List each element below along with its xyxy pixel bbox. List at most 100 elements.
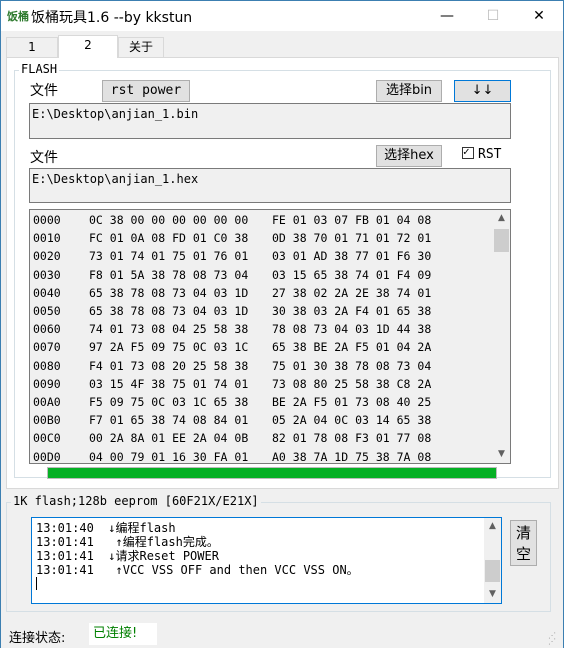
hex-bytes-left: F5 09 75 0C 03 1C 65 38 <box>89 395 249 409</box>
rst-power-button[interactable]: rst power <box>102 80 190 102</box>
log-line: 13:01:41 ↑编程flash完成。 <box>36 535 219 549</box>
scroll-thumb[interactable] <box>494 229 509 252</box>
chip-info-label: 1K flash;128b eeprom [60F21X/E21X] <box>11 494 261 508</box>
scroll-down-icon[interactable]: ▼ <box>484 586 501 603</box>
hex-bytes-left: 00 2A 8A 01 EE 2A 04 0B <box>89 431 249 446</box>
scroll-up-icon[interactable]: ▲ <box>484 518 501 535</box>
hex-bytes-right: 03 01 AD 38 77 01 F6 30 <box>272 249 432 264</box>
hex-bytes-left: 0C 38 00 00 00 00 00 00 <box>89 213 249 227</box>
hex-bytes-right: 30 38 03 2A F4 01 65 38 <box>272 304 432 318</box>
log-line: 13:01:41 ↓请求Reset POWER <box>36 549 219 563</box>
hex-bytes-left: FC 01 0A 08 FD 01 C0 38 <box>89 231 249 246</box>
connection-status-label: 连接状态: <box>9 631 66 646</box>
scroll-down-icon[interactable]: ▼ <box>493 446 510 463</box>
select-hex-button[interactable]: 选择hex <box>376 145 442 167</box>
hex-viewer[interactable]: 0000 0C 38 00 00 00 00 00 00 FE 01 03 07 F… <box>29 209 511 464</box>
connection-status-value: 已连接! <box>89 623 157 645</box>
hex-address: 0090 <box>33 376 61 391</box>
hex-row: 0060 74 01 73 08 04 25 58 38 78 08 73 04 0… <box>33 322 431 340</box>
tab-about[interactable]: 关于 <box>118 37 164 57</box>
status-bar: 连接状态: 已连接! ⋰ ⋰ <box>1 622 563 648</box>
hex-address: 0040 <box>33 285 61 300</box>
hex-address: 0000 <box>33 213 61 227</box>
log-time: 13:01:41 <box>36 535 94 549</box>
hex-bytes-left: F4 01 73 08 20 25 58 38 <box>89 358 249 373</box>
hex-file-label: 文件 <box>30 150 58 166</box>
hex-row: 00A0 F5 09 75 0C 03 1C 65 38 BE 2A F5 01 7… <box>33 395 431 413</box>
hex-bytes-left: 04 00 79 01 16 30 FA 01 <box>89 449 249 464</box>
hex-row: 0090 03 15 4F 38 75 01 74 01 73 08 80 25 5… <box>33 377 431 395</box>
hex-row: 0000 0C 38 00 00 00 00 00 00 FE 01 03 07 F… <box>33 213 431 231</box>
hex-row: 0030 F8 01 5A 38 78 08 73 04 03 15 65 38 7… <box>33 268 431 286</box>
hex-bytes-right: 82 01 78 08 F3 01 77 08 <box>272 431 432 446</box>
hex-bytes-left: 73 01 74 01 75 01 76 01 <box>89 249 249 264</box>
text-caret <box>36 577 37 590</box>
hex-row: 0020 73 01 74 01 75 01 76 01 03 01 AD 38 7… <box>33 249 431 267</box>
log-indent <box>94 535 116 549</box>
hex-row: 00B0 F7 01 65 38 74 08 84 01 05 2A 04 0C 0… <box>33 413 431 431</box>
hex-bytes-right: 27 38 02 2A 2E 38 74 01 <box>272 285 432 300</box>
hex-row: 0050 65 38 78 08 73 04 03 1D 30 38 03 2A F… <box>33 304 431 322</box>
progress-fill <box>48 468 496 478</box>
log-time: 13:01:41 <box>36 549 94 563</box>
hex-bytes-left: 74 01 73 08 04 25 58 38 <box>89 322 249 337</box>
hex-bytes-right: 03 15 65 38 74 01 F4 09 <box>272 267 432 282</box>
resize-grip-icon[interactable]: ⋰ ⋰ <box>548 632 560 646</box>
minimize-button[interactable]: — <box>424 1 470 31</box>
scroll-up-icon[interactable]: ▲ <box>493 210 510 227</box>
close-button[interactable]: ✕ <box>516 1 562 31</box>
log-text: VCC VSS OFF and then VCC VSS ON。 <box>122 563 359 577</box>
app-icon: 饭桶 <box>7 10 29 23</box>
hex-address: 0030 <box>33 267 61 282</box>
hex-scrollbar[interactable]: ▲ ▼ <box>493 210 510 463</box>
hex-bytes-left: 65 38 78 08 73 04 03 1D <box>89 285 249 300</box>
hex-address: 00C0 <box>33 431 61 446</box>
hex-address: 00A0 <box>33 395 61 409</box>
clear-button[interactable]: 清空 <box>510 520 537 566</box>
log-time: 13:01:41 <box>36 563 94 577</box>
hex-bytes-left: F7 01 65 38 74 08 84 01 <box>89 413 249 428</box>
bin-file-label: 文件 <box>30 83 58 99</box>
hex-row: 0080 F4 01 73 08 20 25 58 38 75 01 30 38 7… <box>33 359 431 377</box>
hex-bytes-right: BE 2A F5 01 73 08 40 25 <box>272 395 432 409</box>
hex-bytes-right: FE 01 03 07 FB 01 04 08 <box>272 213 432 227</box>
hex-address: 00B0 <box>33 413 61 428</box>
hex-address: 0020 <box>33 249 61 264</box>
hex-address: 0060 <box>33 322 61 337</box>
tab-1[interactable]: 1 <box>6 37 58 57</box>
hex-bytes-right: A0 38 7A 1D 75 38 7A 08 <box>272 449 432 464</box>
tab-2[interactable]: 2 <box>58 35 118 58</box>
hex-bytes-left: 03 15 4F 38 75 01 74 01 <box>89 376 249 391</box>
hex-bytes-right: 0D 38 70 01 71 01 72 01 <box>272 231 432 246</box>
select-bin-button[interactable]: 选择bin <box>376 80 442 102</box>
bin-path-field[interactable]: E:\Desktop\anjian_1.bin <box>29 103 511 139</box>
hex-path-field[interactable]: E:\Desktop\anjian_1.hex <box>29 168 511 203</box>
maximize-button: ☐ <box>486 8 500 24</box>
hex-address: 0080 <box>33 358 61 373</box>
log-text: 请求Reset POWER <box>115 549 219 563</box>
app-window: 饭桶 饭桶玩具1.6 --by kkstun — ☐ ✕ 1 2 关于 FLAS… <box>0 0 564 648</box>
scroll-thumb[interactable] <box>485 560 500 582</box>
checkbox-checked-icon[interactable] <box>462 145 474 159</box>
log-indent <box>94 549 108 563</box>
log-line: 13:01:40 ↓编程flash <box>36 521 176 535</box>
rst-checkbox[interactable]: RST <box>462 145 502 162</box>
progress-bar <box>47 467 497 479</box>
hex-bytes-right: 65 38 BE 2A F5 01 04 2A <box>272 340 432 355</box>
rst-checkbox-label: RST <box>478 147 502 162</box>
tab-panel-2: FLASH 文件 rst power 选择bin ↓↓ E:\Desktop\a… <box>6 57 559 489</box>
log-line: 13:01:41 ↑VCC VSS OFF and then VCC VSS O… <box>36 563 359 577</box>
hex-row: 0070 97 2A F5 09 75 0C 03 1C 65 38 BE 2A F… <box>33 340 431 358</box>
window-title: 饭桶玩具1.6 --by kkstun <box>31 10 193 26</box>
log-indent <box>94 521 108 535</box>
download-arrows-button[interactable]: ↓↓ <box>454 80 511 102</box>
log-text: 编程flash <box>115 521 176 535</box>
log-output[interactable]: 13:01:40 ↓编程flash 13:01:41 ↑编程flash完成。 13:… <box>31 517 502 604</box>
hex-row: 00D0 04 00 79 01 16 30 FA 01 A0 38 7A 1D 7… <box>33 449 432 464</box>
log-scrollbar[interactable]: ▲ ▼ <box>484 518 501 603</box>
arrow-up-icon: ↑ <box>115 563 123 577</box>
title-bar[interactable]: 饭桶 饭桶玩具1.6 --by kkstun — ☐ ✕ <box>1 1 563 31</box>
hex-address: 0070 <box>33 340 61 355</box>
hex-bytes-right: 78 08 73 04 03 1D 44 38 <box>272 322 432 337</box>
hex-row: 0010 FC 01 0A 08 FD 01 C0 38 0D 38 70 01 7… <box>33 231 431 249</box>
